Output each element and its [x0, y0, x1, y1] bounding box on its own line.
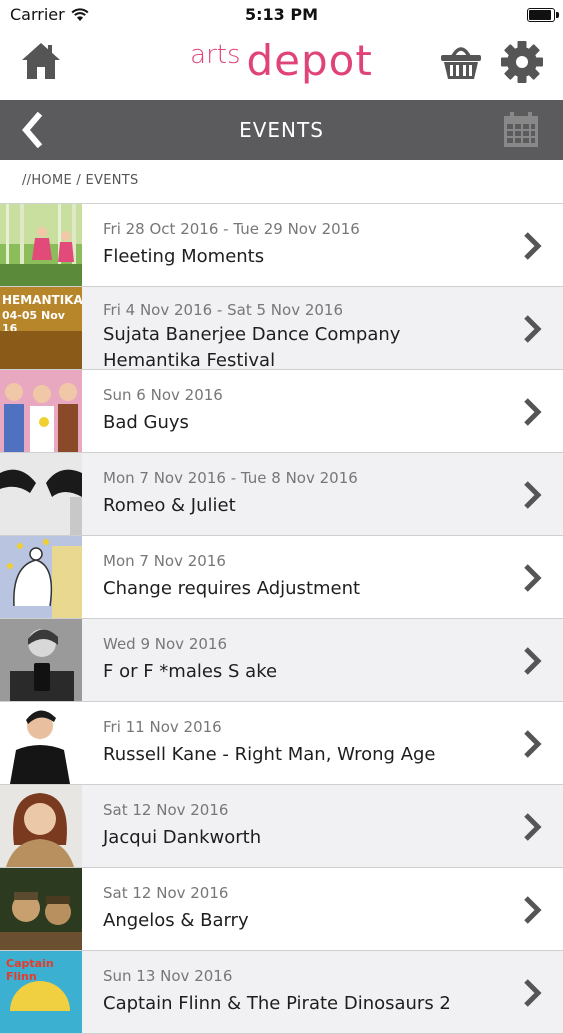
event-date: Sun 6 Nov 2016	[103, 386, 223, 404]
event-row[interactable]: Sat 12 Nov 2016 Jacqui Dankworth	[0, 785, 563, 868]
event-title: Fleeting Moments	[103, 246, 265, 267]
chevron-right-icon	[524, 979, 542, 1007]
event-date: Fri 4 Nov 2016 - Sat 5 Nov 2016	[103, 301, 344, 319]
basket-icon[interactable]	[438, 40, 484, 82]
event-title: Change requires Adjustment	[103, 578, 361, 599]
event-thumbnail	[0, 204, 82, 286]
event-date: Mon 7 Nov 2016	[103, 552, 226, 570]
event-date: Sat 12 Nov 2016	[103, 884, 229, 902]
event-row[interactable]: Wed 9 Nov 2016 F or F *males S ake	[0, 619, 563, 702]
event-date: Fri 28 Oct 2016 - Tue 29 Nov 2016	[103, 220, 360, 238]
event-title: Angelos & Barry	[103, 910, 249, 931]
chevron-right-icon	[524, 730, 542, 758]
event-thumbnail: HEMANTIKA 04-05 Nov 16	[0, 287, 82, 369]
event-row[interactable]: HEMANTIKA 04-05 Nov 16 Fri 4 Nov 2016 - …	[0, 287, 563, 371]
event-title: Bad Guys	[103, 412, 189, 433]
page-title: EVENTS	[239, 118, 324, 142]
chevron-right-icon	[524, 564, 542, 592]
event-date: Wed 9 Nov 2016	[103, 635, 227, 653]
event-date: Sat 12 Nov 2016	[103, 801, 229, 819]
event-title: Romeo & Juliet	[103, 495, 236, 516]
event-date: Sun 13 Nov 2016	[103, 967, 233, 985]
event-row[interactable]: Sun 6 Nov 2016 Bad Guys	[0, 370, 563, 453]
breadcrumb-text[interactable]: //HOME / EVENTS	[22, 173, 139, 188]
clock: 5:13 PM	[244, 5, 318, 24]
event-title: Russell Kane - Right Man, Wrong Age	[103, 744, 436, 765]
event-thumbnail: Captain Flinn	[0, 951, 82, 1033]
event-row[interactable]: Captain Flinn Sun 13 Nov 2016 Captain Fl…	[0, 951, 563, 1034]
event-title: F or F *males S ake	[103, 661, 278, 682]
event-row[interactable]: Mon 7 Nov 2016 - Tue 8 Nov 2016 Romeo & …	[0, 453, 563, 536]
event-row[interactable]: Mon 7 Nov 2016 Change requires Adjustmen…	[0, 536, 563, 619]
thumbnail-title-text: Captain Flinn	[6, 957, 54, 983]
event-thumbnail	[0, 868, 82, 950]
chevron-right-icon	[524, 647, 542, 675]
app-header: arts depot	[0, 30, 563, 100]
event-date: Fri 11 Nov 2016	[103, 718, 222, 736]
event-thumbnail	[0, 370, 82, 452]
event-row[interactable]: Fri 28 Oct 2016 - Tue 29 Nov 2016 Fleeti…	[0, 204, 563, 287]
events-list: Fri 28 Oct 2016 - Tue 29 Nov 2016 Fleeti…	[0, 204, 563, 1034]
event-date: Mon 7 Nov 2016 - Tue 8 Nov 2016	[103, 469, 358, 487]
event-row[interactable]: Sat 12 Nov 2016 Angelos & Barry	[0, 868, 563, 951]
event-thumbnail	[0, 453, 82, 535]
status-bar: Carrier 5:13 PM	[0, 0, 563, 30]
chevron-right-icon	[524, 896, 542, 924]
settings-gear-icon[interactable]	[500, 40, 544, 84]
logo-depot-text: depot	[246, 36, 373, 85]
chevron-right-icon	[524, 315, 542, 343]
event-thumbnail	[0, 619, 82, 701]
event-title: Captain Flinn & The Pirate Dinosaurs 2	[103, 993, 451, 1014]
thumbnail-title-text: HEMANTIKA	[2, 293, 82, 307]
chevron-right-icon	[524, 232, 542, 260]
calendar-icon[interactable]	[501, 110, 541, 150]
chevron-right-icon	[524, 813, 542, 841]
events-nav-bar: EVENTS	[0, 100, 563, 160]
event-title: Jacqui Dankworth	[103, 827, 262, 848]
chevron-right-icon	[524, 398, 542, 426]
event-row[interactable]: Fri 11 Nov 2016 Russell Kane - Right Man…	[0, 702, 563, 785]
chevron-right-icon	[524, 481, 542, 509]
logo-arts-text: arts	[190, 40, 241, 70]
breadcrumb: //HOME / EVENTS	[0, 160, 563, 204]
event-thumbnail	[0, 785, 82, 867]
event-thumbnail	[0, 702, 82, 784]
event-thumbnail	[0, 536, 82, 618]
event-title: Sujata Banerjee Dance Company Hemantika …	[103, 324, 401, 371]
battery-icon	[527, 8, 559, 22]
